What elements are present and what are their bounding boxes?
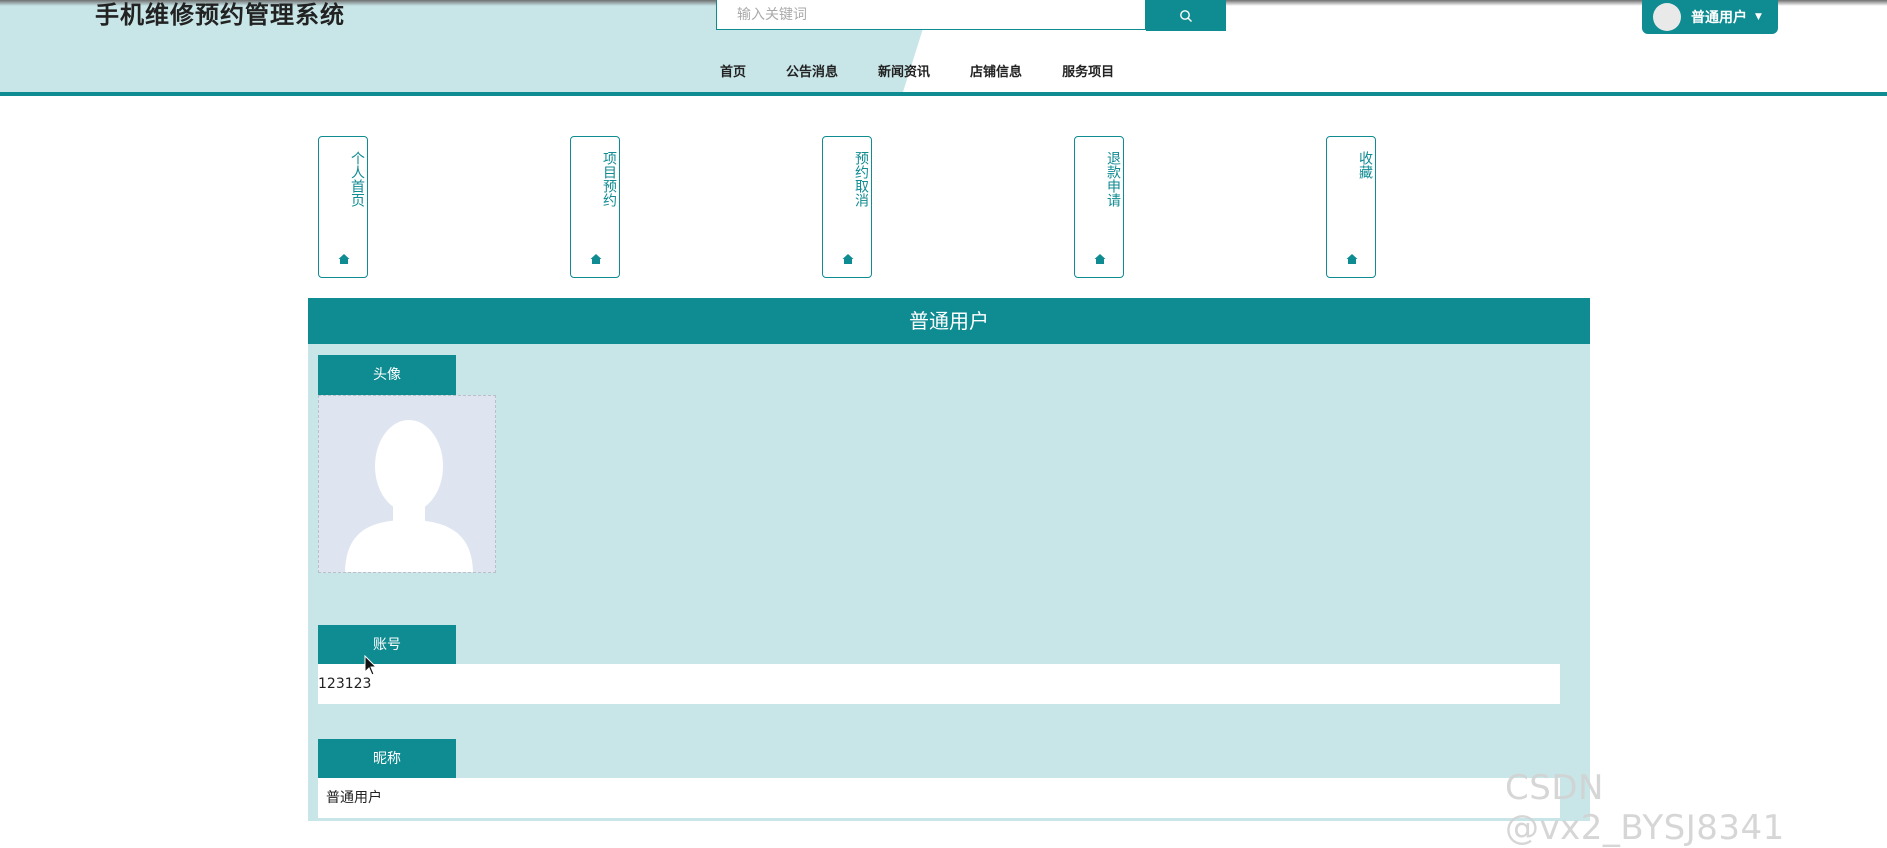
avatar xyxy=(1653,3,1681,31)
quick-link-label: 收藏 xyxy=(1357,151,1373,179)
nav-services[interactable]: 服务项目 xyxy=(1062,64,1114,84)
quick-link-profile[interactable]: 个人首页 xyxy=(318,136,368,278)
user-silhouette-icon xyxy=(345,420,473,572)
search-icon xyxy=(1180,9,1192,22)
nav-shop-info[interactable]: 店铺信息 xyxy=(970,64,1022,84)
home-icon xyxy=(590,254,602,264)
quick-link-booking[interactable]: 项目预约 xyxy=(570,136,620,278)
search-button[interactable] xyxy=(1146,0,1226,31)
home-icon xyxy=(842,254,854,264)
search-input[interactable] xyxy=(717,0,1139,30)
home-icon xyxy=(1346,254,1358,264)
header-border xyxy=(0,92,1887,96)
site-header: 手机维修预约管理系统 普通用户 ▼ 首页 公告消息 新闻资讯 店铺信息 服务项目 xyxy=(0,0,1887,96)
account-label: 账号 xyxy=(318,625,456,665)
watermark: CSDN @vx2_BYSJ8341 xyxy=(1505,768,1785,848)
user-name: 普通用户 xyxy=(1691,10,1747,26)
nav-news[interactable]: 新闻资讯 xyxy=(878,64,930,84)
avatar-label: 头像 xyxy=(318,355,456,395)
quick-link-label: 项目预约 xyxy=(601,151,617,207)
profile-panel: 普通用户 头像 账号 123123 昵称 普通用户 xyxy=(308,298,1590,821)
quick-link-label: 退款申请 xyxy=(1105,151,1121,207)
panel-title: 普通用户 xyxy=(308,298,1590,344)
nickname-value: 普通用户 xyxy=(318,778,1560,818)
home-icon xyxy=(1094,254,1106,264)
quick-link-label: 个人首页 xyxy=(349,151,365,207)
home-icon xyxy=(338,254,350,264)
search-box xyxy=(716,0,1146,30)
nav-notice[interactable]: 公告消息 xyxy=(786,64,838,84)
quick-link-cancel[interactable]: 预约取消 xyxy=(822,136,872,278)
site-title: 手机维修预约管理系统 xyxy=(95,1,345,29)
nickname-label: 昵称 xyxy=(318,739,456,779)
caret-down-icon: ▼ xyxy=(1755,12,1762,22)
user-menu[interactable]: 普通用户 ▼ xyxy=(1642,0,1778,34)
mouse-cursor-icon xyxy=(364,655,378,676)
avatar-upload[interactable] xyxy=(318,395,496,573)
nav-home[interactable]: 首页 xyxy=(720,64,746,84)
account-value: 123123 xyxy=(318,664,1560,704)
main-nav: 首页 公告消息 新闻资讯 店铺信息 服务项目 xyxy=(720,64,1154,84)
quick-link-label: 预约取消 xyxy=(853,151,869,207)
quick-link-favorites[interactable]: 收藏 xyxy=(1326,136,1376,278)
quick-link-refund[interactable]: 退款申请 xyxy=(1074,136,1124,278)
